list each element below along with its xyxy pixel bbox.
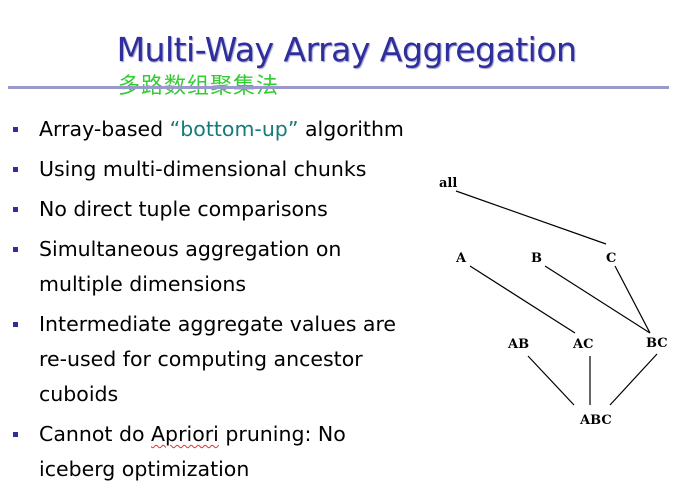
bullet-item: Array-based “bottom-up” algorithm — [12, 112, 432, 147]
node-ac: AC — [572, 337, 593, 352]
node-b: B — [531, 251, 542, 266]
slide-title: Multi-Way Array Aggregation — [116, 30, 577, 69]
node-a: A — [455, 251, 467, 266]
bullet-item: Cannot do Apriori pruning: No iceberg op… — [12, 417, 432, 487]
square-bullet-icon — [13, 207, 18, 212]
square-bullet-icon — [13, 247, 18, 252]
node-abc: ABC — [579, 413, 612, 428]
title-divider — [8, 86, 669, 89]
bullet-text: multiple dimensions — [39, 272, 247, 296]
bullet-text: Using multi-dimensional chunks — [39, 157, 367, 181]
bullet-item: No direct tuple comparisons — [12, 192, 432, 227]
edge-all-c — [455, 190, 607, 245]
edge-c-bc — [614, 265, 651, 334]
square-bullet-icon — [13, 432, 18, 437]
node-all: all — [439, 176, 457, 191]
bullet-item: Simultaneous aggregation on multiple dim… — [12, 232, 432, 302]
node-bc: BC — [646, 336, 668, 351]
bullet-list: Array-based “bottom-up” algorithm Using … — [12, 112, 432, 492]
bullet-text: Cannot do — [39, 422, 152, 446]
bullet-text: Intermediate aggregate values are — [39, 312, 397, 336]
bullet-text: Array-based — [39, 117, 170, 141]
bullet-text: re-used for computing ancestor — [39, 347, 363, 371]
bullet-text: cuboids — [39, 382, 119, 406]
square-bullet-icon — [13, 322, 18, 327]
slide-subtitle: 多路数组聚集法 — [118, 74, 280, 99]
lattice-edges — [455, 190, 658, 406]
node-ab: AB — [507, 337, 529, 352]
bullet-item: Intermediate aggregate values are re-use… — [12, 307, 432, 412]
bullet-item: Using multi-dimensional chunks — [12, 152, 432, 187]
square-bullet-icon — [13, 167, 18, 172]
square-bullet-icon — [13, 127, 18, 132]
edge-bc-abc — [609, 353, 658, 406]
node-c: C — [606, 251, 616, 266]
edge-b-bc — [544, 265, 651, 334]
bullet-text: No direct tuple comparisons — [39, 197, 328, 221]
spellcheck-word: Apriori — [151, 422, 219, 446]
bullet-text: algorithm — [298, 117, 404, 141]
edge-ab-abc — [527, 355, 575, 406]
bullet-text: pruning: No — [218, 422, 346, 446]
cuboid-lattice-diagram: all A B C AB AC BC ABC — [439, 176, 668, 428]
bullet-text: Simultaneous aggregation on — [39, 237, 342, 261]
edge-a-ac — [469, 265, 576, 334]
bullet-highlight: “bottom-up” — [169, 117, 299, 141]
bullet-text: iceberg optimization — [39, 457, 250, 481]
